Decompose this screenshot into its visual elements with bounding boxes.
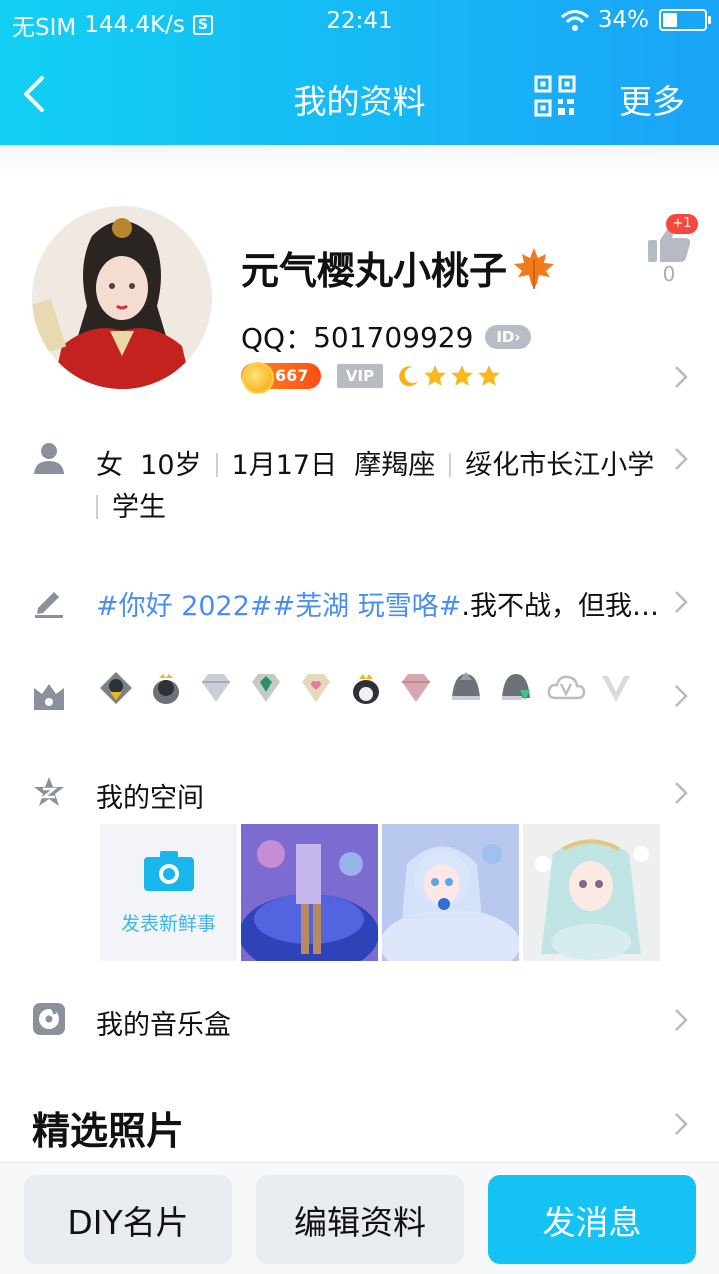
chevron-right-icon: › <box>514 328 521 346</box>
person-icon <box>34 443 64 474</box>
vip-badge: VIP <box>337 364 383 388</box>
like-button[interactable]: +1 0 <box>644 214 698 286</box>
basic-info-line2: 学生 <box>96 485 166 524</box>
space-photo-image <box>523 824 660 961</box>
signature-text: .我不战，但我… <box>461 591 659 622</box>
avatar[interactable] <box>32 206 212 389</box>
battery-icon <box>659 9 711 31</box>
battery-level <box>663 13 677 27</box>
silver-diamond-icon <box>202 674 230 702</box>
qq-level-icons <box>397 363 503 389</box>
chevron-right-icon[interactable] <box>673 1111 689 1137</box>
penguin-armor-icon <box>100 672 132 704</box>
signature-tag[interactable]: #你好 2022# <box>96 591 273 622</box>
post-new-label: 发表新鲜事 <box>120 913 216 935</box>
id-badge[interactable]: ID › <box>485 325 532 349</box>
featured-photos-heading[interactable]: 精选照片 <box>32 1100 184 1155</box>
diy-card-button[interactable]: DIY名片 <box>24 1175 232 1264</box>
qq-number: 501709929 <box>313 320 474 354</box>
music-box-label[interactable]: 我的音乐盒 <box>96 1003 231 1042</box>
space-photo[interactable] <box>523 824 660 961</box>
chevron-right-icon[interactable] <box>673 683 689 709</box>
chevron-right-icon[interactable] <box>673 446 689 472</box>
space-photo-image <box>382 824 519 961</box>
camera-icon <box>143 851 194 891</box>
moon-icon <box>399 366 418 387</box>
header-shadow <box>0 145 719 175</box>
qq-label: QQ： <box>241 322 314 355</box>
gender: 女 <box>96 450 123 481</box>
divider <box>449 453 452 477</box>
penguin-crown-icon <box>153 674 179 704</box>
space-photo-image <box>241 824 378 961</box>
crown-icon <box>34 684 64 710</box>
send-message-button[interactable]: 发消息 <box>488 1175 696 1264</box>
chevron-right-icon[interactable] <box>673 780 689 806</box>
divider <box>215 453 218 477</box>
wifi-icon <box>560 10 589 31</box>
edit-profile-button[interactable]: 编辑资料 <box>256 1175 464 1264</box>
penguin-gem-icon <box>502 674 530 700</box>
medal-wall[interactable] <box>96 668 646 708</box>
avatar-illustration <box>32 206 212 389</box>
zodiac: 摩羯座 <box>354 450 436 481</box>
birthday: 1月17日 <box>231 450 338 481</box>
signature[interactable]: #你好 2022##芜湖 玩雪咯#.我不战，但我… <box>96 584 659 623</box>
bottom-action-bar: DIY名片 编辑资料 发消息 <box>0 1162 719 1274</box>
penguin-king-icon <box>353 674 379 704</box>
battery-percent: 34% <box>597 7 649 33</box>
star-icon <box>424 365 446 386</box>
header-bar: 无SIM 144.4K/s S 22:41 34% 我的资料 更多 <box>0 0 719 145</box>
school: 绥化市长江小学 <box>465 450 655 481</box>
star-icon <box>451 365 473 386</box>
heart-diamond-icon <box>302 674 330 702</box>
space-photo[interactable] <box>382 824 519 961</box>
divider <box>96 495 98 519</box>
basic-info-line1[interactable]: 女 10岁 1月17日 摩羯座 绥化市长江小学 <box>96 443 654 482</box>
green-diamond-icon <box>252 674 280 702</box>
level-coin-badge: 667 <box>241 362 321 394</box>
page-title: 我的资料 <box>293 82 426 121</box>
nav-bar: 我的资料 更多 <box>0 42 719 145</box>
chevron-right-icon[interactable] <box>673 1007 689 1033</box>
chevron-right-icon[interactable] <box>673 589 689 615</box>
cloud-v-icon <box>547 675 586 700</box>
qq-number-row: QQ： 501709929 ID › <box>241 317 532 357</box>
signature-tag[interactable]: #芜湖 玩雪咯# <box>273 591 462 622</box>
chevron-right-icon[interactable] <box>673 364 689 390</box>
maple-leaf-icon <box>514 247 555 289</box>
music-disc-icon <box>33 1003 65 1035</box>
level-badges[interactable]: 667 VIP <box>241 362 503 394</box>
my-space-label[interactable]: 我的空间 <box>96 776 204 815</box>
id-badge-label: ID <box>496 328 515 346</box>
age: 10岁 <box>140 450 202 481</box>
penguin-helmet-icon <box>452 672 480 700</box>
qrcode-icon[interactable] <box>534 75 576 117</box>
nickname-text: 元气樱丸小桃子 <box>241 249 508 293</box>
space-photo[interactable] <box>241 824 378 961</box>
like-increment-badge: +1 <box>666 214 698 234</box>
v-shield-icon <box>602 676 630 702</box>
qzone-star-icon <box>34 777 64 806</box>
more-button[interactable]: 更多 <box>619 75 685 123</box>
star-icon <box>478 365 500 386</box>
nickname: 元气樱丸小桃子 <box>241 240 557 295</box>
space-thumbnails: 发表新鲜事 <box>100 824 664 961</box>
rose-diamond-icon <box>402 674 430 702</box>
like-count: 0 <box>662 262 676 286</box>
occupation: 学生 <box>112 492 166 523</box>
post-new-tile[interactable]: 发表新鲜事 <box>100 824 237 961</box>
pencil-icon <box>35 592 63 618</box>
status-bar: 无SIM 144.4K/s S 22:41 34% <box>0 0 719 42</box>
